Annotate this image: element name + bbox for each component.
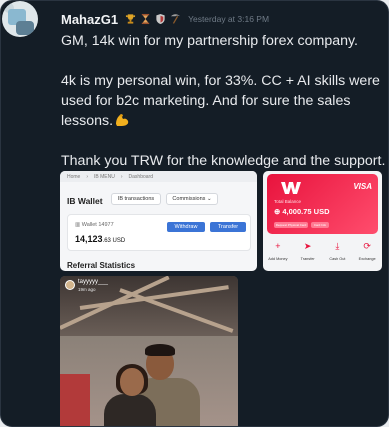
balance-amount-text: 4,000.75 USD: [282, 207, 330, 216]
timestamp: Yesterday at 3:16 PM: [188, 14, 270, 24]
trophy-icon: [125, 14, 136, 24]
attachment-ib-wallet-screenshot[interactable]: Home › IB MENU › Dashboard IB Wallet IB …: [60, 171, 257, 271]
amount-main: 14,123: [75, 234, 103, 244]
card-actions: + Add Money ➤ Transfer ⤓ Cash Out ⟳ Exchange: [263, 241, 382, 261]
pickaxe-icon: [170, 14, 181, 24]
commissions-dropdown: Commissions ⌄: [166, 193, 218, 205]
chat-message: MahazG1 Yesterday at 3:16 PM GM, 14k win…: [0, 0, 389, 427]
visa-logo: VISA: [353, 182, 372, 191]
card-info-button: Card Info: [311, 222, 329, 228]
action-transfer: ➤ Transfer: [300, 241, 315, 261]
send-icon: ➤: [303, 241, 312, 251]
message-line: 4k is my personal win, for 33%. CC + AI …: [61, 73, 380, 129]
request-card-button: Request Physical Card: [274, 222, 308, 228]
story-username: tayyyyy___: [78, 279, 109, 285]
breadcrumb-item: Dashboard: [128, 173, 153, 180]
flexed-biceps-icon: [116, 114, 129, 126]
hourglass-icon: [141, 13, 150, 25]
wallet-id: ▥ Wallet 14977: [75, 222, 114, 228]
breadcrumb: Home › IB MENU › Dashboard: [60, 171, 257, 182]
message-line: GM, 14k win for my partnership forex com…: [61, 33, 358, 49]
message-line-with-emoji: 4k is my personal win, for 33%. CC + AI …: [61, 71, 386, 131]
username[interactable]: MahazG1: [61, 12, 118, 27]
download-icon: ⤓: [335, 241, 340, 251]
commissions-label: Commissions: [172, 196, 206, 202]
transfer-button: Transfer: [210, 222, 246, 232]
attachment-card-screenshot[interactable]: VISA Total Balance ⊕ 4,000.75 USD Reques…: [263, 171, 382, 271]
photo-red-panel: [60, 374, 90, 426]
badge-list: [125, 13, 181, 25]
action-cash-out: ⤓ Cash Out: [329, 241, 346, 261]
plus-icon: +: [275, 241, 281, 251]
message-body: GM, 14k win for my partnership forex com…: [61, 31, 386, 191]
visa-card: VISA Total Balance ⊕ 4,000.75 USD Reques…: [267, 174, 378, 234]
balance-label: Total Balance: [274, 199, 302, 204]
balance-amount: ⊕ 4,000.75 USD: [274, 207, 330, 216]
action-exchange: ⟳ Exchange: [358, 241, 376, 261]
story-time: 19m ago: [78, 287, 96, 292]
exchange-icon: ⟳: [363, 241, 371, 251]
w-logo-icon: [281, 182, 301, 194]
message-line: Thank you TRW for the knowledge and the …: [61, 153, 386, 169]
wallet-amount: 14,123.63 USD: [75, 234, 125, 244]
avatar[interactable]: [2, 1, 38, 37]
breadcrumb-item: IB MENU: [94, 173, 115, 180]
shield-icon: [156, 13, 165, 25]
breadcrumb-item: Home: [67, 173, 81, 180]
wallet-panel: ▥ Wallet 14977 14,123.63 USD Withdraw Tr…: [67, 214, 251, 251]
amount-fraction: .63 USD: [102, 238, 126, 244]
referral-statistics-heading: Referral Statistics: [67, 261, 136, 270]
withdraw-button: Withdraw: [167, 222, 205, 232]
attachment-photo[interactable]: tayyyyy___ 19m ago: [60, 276, 238, 426]
wallet-id-text: Wallet 14977: [81, 222, 114, 228]
ib-transactions-tab: IB transactions: [111, 193, 161, 205]
action-add-money: + Add Money: [268, 241, 288, 261]
ib-wallet-title: IB Wallet: [67, 196, 103, 206]
story-avatar: [65, 280, 75, 290]
message-header: MahazG1 Yesterday at 3:16 PM: [61, 11, 269, 27]
